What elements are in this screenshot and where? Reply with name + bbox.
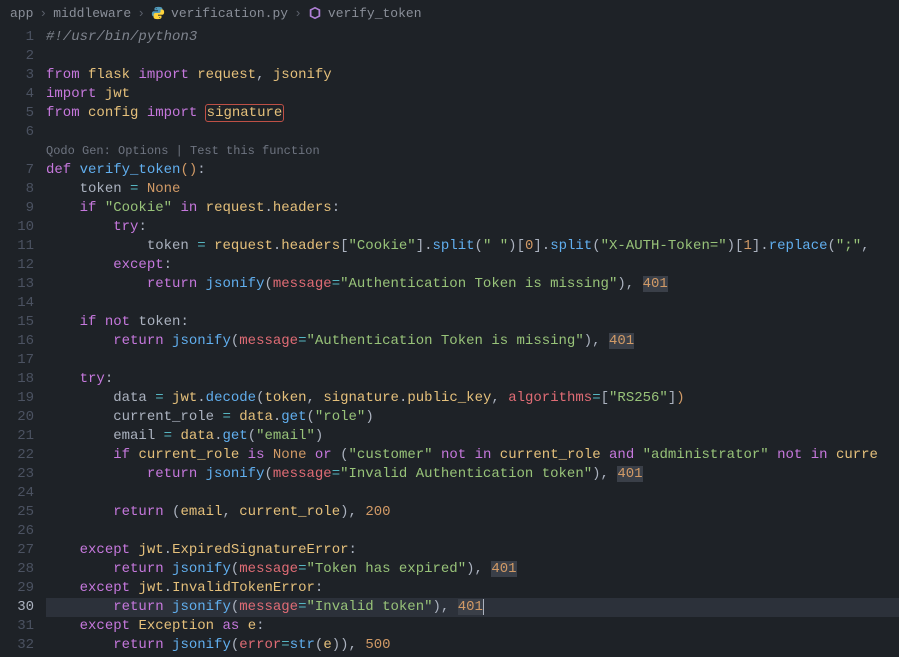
line-number: 28 bbox=[0, 560, 34, 579]
code-line[interactable] bbox=[46, 47, 899, 66]
code-line[interactable] bbox=[46, 484, 899, 503]
breadcrumb-item[interactable]: verify_token bbox=[308, 6, 422, 21]
code-line[interactable]: token = None bbox=[46, 180, 899, 199]
line-number: 7 bbox=[0, 161, 34, 180]
codelens[interactable]: Qodo Gen: Options | Test this function bbox=[46, 142, 899, 161]
code-line[interactable]: if "Cookie" in request.headers: bbox=[46, 199, 899, 218]
line-number: 13 bbox=[0, 275, 34, 294]
line-number: 24 bbox=[0, 484, 34, 503]
code-line[interactable]: def verify_token(): bbox=[46, 161, 899, 180]
breadcrumb-item[interactable]: app bbox=[10, 6, 33, 21]
line-number: 19 bbox=[0, 389, 34, 408]
line-number: 16 bbox=[0, 332, 34, 351]
line-number: 20 bbox=[0, 408, 34, 427]
breadcrumb-label: app bbox=[10, 6, 33, 21]
code-line[interactable] bbox=[46, 351, 899, 370]
line-number: 29 bbox=[0, 579, 34, 598]
code-line[interactable] bbox=[46, 294, 899, 313]
line-number: 25 bbox=[0, 503, 34, 522]
line-number: 22 bbox=[0, 446, 34, 465]
breadcrumb-label: verify_token bbox=[328, 6, 422, 21]
line-number: 27 bbox=[0, 541, 34, 560]
code-line[interactable]: return jsonify(message="Invalid token"),… bbox=[46, 598, 899, 617]
line-number: 21 bbox=[0, 427, 34, 446]
code-line[interactable]: return jsonify(error=str(e)), 500 bbox=[46, 636, 899, 655]
code-line[interactable]: return jsonify(message="Authentication T… bbox=[46, 275, 899, 294]
code-line[interactable]: except jwt.ExpiredSignatureError: bbox=[46, 541, 899, 560]
code-line[interactable]: from config import signature bbox=[46, 104, 899, 123]
line-number: 18 bbox=[0, 370, 34, 389]
chevron-right-icon: › bbox=[294, 6, 302, 21]
chevron-right-icon: › bbox=[39, 6, 47, 21]
code-line[interactable]: if current_role is None or ("customer" n… bbox=[46, 446, 899, 465]
line-number: 31 bbox=[0, 617, 34, 636]
code-line[interactable]: #!/usr/bin/python3 bbox=[46, 28, 899, 47]
code-line[interactable]: current_role = data.get("role") bbox=[46, 408, 899, 427]
line-number: 14 bbox=[0, 294, 34, 313]
breadcrumb-label: verification.py bbox=[171, 6, 288, 21]
line-number: 32 bbox=[0, 636, 34, 655]
line-number: 26 bbox=[0, 522, 34, 541]
chevron-right-icon: › bbox=[137, 6, 145, 21]
line-number: 23 bbox=[0, 465, 34, 484]
code-line[interactable]: data = jwt.decode(token, signature.publi… bbox=[46, 389, 899, 408]
code-line[interactable]: import jwt bbox=[46, 85, 899, 104]
code-line[interactable]: email = data.get("email") bbox=[46, 427, 899, 446]
line-number: 2 bbox=[0, 47, 34, 66]
line-number-gutter: 1234567891011121314151617181920212223242… bbox=[0, 26, 46, 657]
line-number: 10 bbox=[0, 218, 34, 237]
line-number: 6 bbox=[0, 123, 34, 142]
code-line[interactable]: return jsonify(message="Token has expire… bbox=[46, 560, 899, 579]
code-content[interactable]: #!/usr/bin/python3 from flask import req… bbox=[46, 26, 899, 657]
code-line[interactable]: except jwt.InvalidTokenError: bbox=[46, 579, 899, 598]
code-line[interactable]: except: bbox=[46, 256, 899, 275]
line-number: 17 bbox=[0, 351, 34, 370]
line-number: 1 bbox=[0, 28, 34, 47]
code-line[interactable]: from flask import request, jsonify bbox=[46, 66, 899, 85]
line-number: 11 bbox=[0, 237, 34, 256]
breadcrumb-item[interactable]: middleware bbox=[53, 6, 131, 21]
code-editor[interactable]: 1234567891011121314151617181920212223242… bbox=[0, 26, 899, 657]
function-icon bbox=[308, 6, 322, 20]
line-number: 5 bbox=[0, 104, 34, 123]
code-line[interactable] bbox=[46, 123, 899, 142]
line-number: 15 bbox=[0, 313, 34, 332]
breadcrumb-label: middleware bbox=[53, 6, 131, 21]
code-line[interactable]: if not token: bbox=[46, 313, 899, 332]
code-line[interactable]: token = request.headers["Cookie"].split(… bbox=[46, 237, 899, 256]
code-line[interactable]: return jsonify(message="Authentication T… bbox=[46, 332, 899, 351]
line-number: 3 bbox=[0, 66, 34, 85]
code-line[interactable]: return jsonify(message="Invalid Authenti… bbox=[46, 465, 899, 484]
breadcrumb-item[interactable]: verification.py bbox=[151, 6, 288, 21]
line-number: 12 bbox=[0, 256, 34, 275]
code-line[interactable]: try: bbox=[46, 370, 899, 389]
code-line[interactable] bbox=[46, 522, 899, 541]
code-line[interactable]: except Exception as e: bbox=[46, 617, 899, 636]
line-number: 4 bbox=[0, 85, 34, 104]
code-line[interactable]: try: bbox=[46, 218, 899, 237]
python-file-icon bbox=[151, 6, 165, 20]
line-number: 8 bbox=[0, 180, 34, 199]
line-number: 30 bbox=[0, 598, 34, 617]
breadcrumb: app › middleware › verification.py › ver… bbox=[0, 0, 899, 26]
code-line[interactable]: return (email, current_role), 200 bbox=[46, 503, 899, 522]
line-number: 9 bbox=[0, 199, 34, 218]
